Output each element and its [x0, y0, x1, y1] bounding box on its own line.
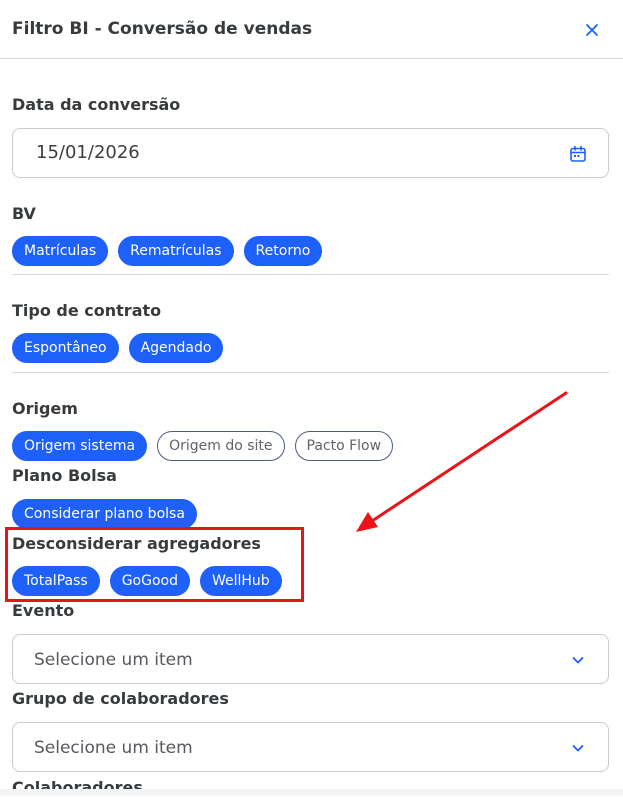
bv-chips: Matrículas Rematrículas Retorno [12, 236, 323, 266]
chevron-down-icon [568, 738, 588, 758]
divider [12, 274, 609, 275]
event-placeholder: Selecione um item [34, 650, 193, 670]
contract-chips: Espontâneo Agendado [12, 333, 224, 363]
plan-label: Plano Bolsa [12, 466, 117, 485]
origin-label: Origem [12, 399, 78, 418]
chip-retorno[interactable]: Retorno [243, 236, 323, 266]
divider [12, 372, 609, 373]
chip-rematriculas[interactable]: Rematrículas [118, 236, 234, 266]
group-placeholder: Selecione um item [34, 738, 193, 758]
chip-considerar-plano-bolsa[interactable]: Considerar plano bolsa [12, 499, 197, 529]
contract-type-label: Tipo de contrato [12, 301, 162, 320]
bv-label: BV [12, 204, 36, 223]
close-button[interactable] [582, 20, 602, 40]
calendar-icon[interactable] [568, 144, 588, 164]
event-select[interactable]: Selecione um item [12, 634, 609, 684]
bottom-scroll-edge [0, 789, 623, 796]
plan-chips: Considerar plano bolsa [12, 499, 197, 529]
chip-matriculas[interactable]: Matrículas [12, 236, 109, 266]
annotation-highlight-box [5, 527, 304, 602]
date-value: 15/01/2026 [36, 142, 140, 163]
date-label: Data da conversão [12, 95, 181, 114]
event-label: Evento [12, 601, 75, 620]
close-icon [586, 24, 598, 36]
chevron-down-icon [568, 650, 588, 670]
date-field[interactable]: 15/01/2026 [12, 128, 609, 178]
chip-espontaneo[interactable]: Espontâneo [12, 333, 119, 363]
chip-agendado[interactable]: Agendado [128, 333, 224, 363]
origin-chips: Origem sistema Origem do site Pacto Flow [12, 431, 394, 461]
chip-origem-do-site[interactable]: Origem do site [157, 431, 285, 461]
dialog-header: Filtro BI - Conversão de vendas [0, 0, 623, 59]
dialog-title: Filtro BI - Conversão de vendas [12, 19, 313, 39]
chip-origem-sistema[interactable]: Origem sistema [12, 431, 148, 461]
collaborator-group-select[interactable]: Selecione um item [12, 722, 609, 772]
collaborator-group-label: Grupo de colaboradores [12, 689, 229, 708]
chip-pacto-flow[interactable]: Pacto Flow [294, 431, 394, 461]
